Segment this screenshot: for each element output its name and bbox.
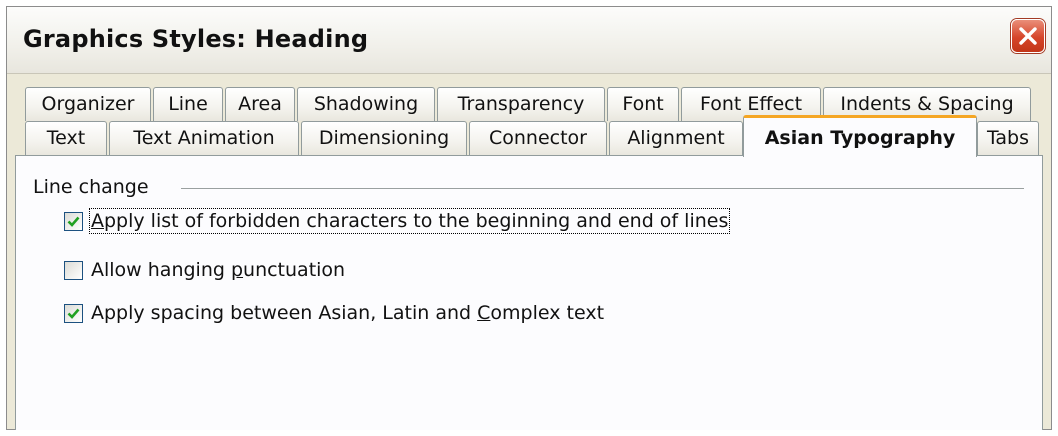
- option-forbidden-characters[interactable]: Apply list of forbidden characters to th…: [64, 208, 731, 234]
- window-title: Graphics Styles: Heading: [23, 25, 369, 53]
- tab-row-2: Text Text Animation Dimensioning Connect…: [7, 115, 1051, 157]
- hanging-punctuation-checkbox[interactable]: [64, 260, 83, 280]
- tab-asian-typography[interactable]: Asian Typography: [743, 115, 977, 157]
- section-divider: [181, 188, 1024, 189]
- tab-dimensioning[interactable]: Dimensioning: [301, 121, 467, 155]
- tab-transparency[interactable]: Transparency: [437, 87, 605, 121]
- tab-organizer[interactable]: Organizer: [25, 87, 151, 121]
- section-label: Line change: [33, 176, 157, 198]
- tab-panel: Line change Apply list of forbidden char…: [15, 155, 1043, 430]
- tab-alignment[interactable]: Alignment: [609, 121, 743, 155]
- tab-line[interactable]: Line: [153, 87, 223, 121]
- close-button[interactable]: [1011, 19, 1045, 53]
- tab-font[interactable]: Font: [607, 87, 679, 121]
- dialog-window: Graphics Styles: Heading Organizer Line …: [6, 6, 1052, 430]
- forbidden-characters-checkbox[interactable]: [64, 211, 83, 231]
- tab-shadowing[interactable]: Shadowing: [297, 87, 435, 121]
- tab-area[interactable]: Area: [225, 87, 295, 121]
- option-asian-latin-spacing[interactable]: Apply spacing between Asian, Latin and C…: [64, 300, 604, 326]
- tab-text-animation[interactable]: Text Animation: [109, 121, 299, 155]
- hanging-punctuation-label: Allow hanging punctuation: [91, 259, 346, 281]
- tab-tabs[interactable]: Tabs: [977, 121, 1039, 155]
- title-bar[interactable]: Graphics Styles: Heading: [7, 7, 1051, 74]
- asian-latin-spacing-checkbox[interactable]: [64, 303, 83, 323]
- tab-text[interactable]: Text: [25, 121, 107, 155]
- tab-connector[interactable]: Connector: [469, 121, 607, 155]
- asian-latin-spacing-label: Apply spacing between Asian, Latin and C…: [91, 302, 605, 324]
- forbidden-characters-label: Apply list of forbidden characters to th…: [88, 208, 731, 234]
- option-hanging-punctuation[interactable]: Allow hanging punctuation: [64, 257, 345, 283]
